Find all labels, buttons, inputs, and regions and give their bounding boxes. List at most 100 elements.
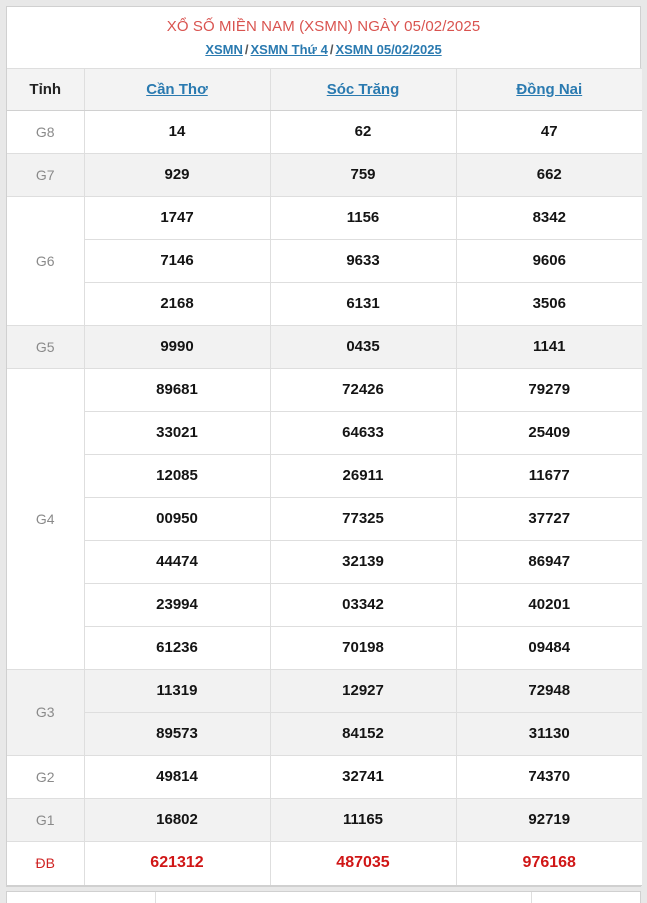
table-row: ĐB 621312 487035 976168 bbox=[7, 840, 642, 886]
prize-number: 03342 bbox=[270, 582, 457, 627]
prize-number: 929 bbox=[84, 152, 271, 197]
prize-number: 77325 bbox=[270, 496, 457, 541]
prize-label-g8: G8 bbox=[7, 109, 85, 154]
prize-number: 74370 bbox=[456, 754, 642, 799]
table-row: G7 929 759 662 bbox=[7, 152, 642, 197]
prize-number: 84152 bbox=[270, 711, 457, 756]
prize-number: 72948 bbox=[456, 668, 642, 713]
prize-number: 25409 bbox=[456, 410, 642, 455]
prize-number: 1141 bbox=[456, 324, 642, 369]
prize-label-g2: G2 bbox=[7, 754, 85, 799]
table-row: 33021 64633 25409 bbox=[7, 410, 642, 455]
next-card-divider bbox=[155, 891, 156, 903]
prize-number: 16802 bbox=[84, 797, 271, 842]
prize-number: 12927 bbox=[270, 668, 457, 713]
table-row: G2 49814 32741 74370 bbox=[7, 754, 642, 799]
column-header-province-3[interactable]: Đồng Nai bbox=[456, 67, 642, 111]
prize-number: 31130 bbox=[456, 711, 642, 756]
prize-number: 00950 bbox=[84, 496, 271, 541]
table-row: G8 14 62 47 bbox=[7, 109, 642, 154]
prize-number: 37727 bbox=[456, 496, 642, 541]
prize-number: 32741 bbox=[270, 754, 457, 799]
table-row: 61236 70198 09484 bbox=[7, 625, 642, 670]
prize-number: 1747 bbox=[84, 195, 271, 240]
prize-number: 11165 bbox=[270, 797, 457, 842]
table-header-row: Tỉnh Cần Thơ Sóc Trăng Đồng Nai bbox=[7, 67, 642, 111]
prize-label-g4: G4 bbox=[7, 367, 85, 670]
prize-number: 12085 bbox=[84, 453, 271, 498]
table-row: 00950 77325 37727 bbox=[7, 496, 642, 541]
lottery-results-table: Tỉnh Cần Thơ Sóc Trăng Đồng Nai G8 14 62 47… bbox=[7, 67, 642, 886]
prize-label-g1: G1 bbox=[7, 797, 85, 842]
page-root: XỔ SỐ MIỀN NAM (XSMN) NGÀY 05/02/2025 XS… bbox=[0, 0, 647, 903]
prize-number: 6131 bbox=[270, 281, 457, 326]
prize-number: 0435 bbox=[270, 324, 457, 369]
page-title: XỔ SỐ MIỀN NAM (XSMN) NGÀY 05/02/2025 bbox=[166, 18, 481, 35]
prize-number: 33021 bbox=[84, 410, 271, 455]
table-row: G6 1747 1156 8342 bbox=[7, 195, 642, 326]
prize-number: 61236 bbox=[84, 625, 271, 670]
table-row: 2168 6131 3506 bbox=[7, 281, 642, 326]
table-row: 23994 03342 40201 bbox=[7, 582, 642, 627]
prize-number: 662 bbox=[456, 152, 642, 197]
lottery-result-card: XỔ SỐ MIỀN NAM (XSMN) NGÀY 05/02/2025 XS… bbox=[6, 6, 642, 887]
prize-number: 9990 bbox=[84, 324, 271, 369]
prize-number: 11319 bbox=[84, 668, 271, 713]
prize-number: 9633 bbox=[270, 238, 457, 283]
province-link-soc-trang[interactable]: Sóc Trăng bbox=[327, 81, 400, 98]
breadcrumb-link-date[interactable]: XSMN 05/02/2025 bbox=[335, 42, 441, 57]
next-card-divider bbox=[531, 891, 532, 903]
prize-number: 8342 bbox=[456, 195, 642, 240]
prize-number: 759 bbox=[270, 152, 457, 197]
prize-number: 1156 bbox=[270, 195, 457, 240]
table-row: G4 89681 72426 79279 bbox=[7, 367, 642, 670]
province-link-dong-nai[interactable]: Đồng Nai bbox=[516, 81, 582, 98]
table-row: 12085 26911 11677 bbox=[7, 453, 642, 498]
prize-number: 11677 bbox=[456, 453, 642, 498]
prize-label-g5: G5 bbox=[7, 324, 85, 369]
breadcrumb-link-weekday[interactable]: XSMN Thứ 4 bbox=[251, 42, 328, 57]
prize-number: 72426 bbox=[270, 367, 457, 412]
prize-number: 49814 bbox=[84, 754, 271, 799]
prize-label-g3: G3 bbox=[7, 668, 85, 756]
prize-number: 92719 bbox=[456, 797, 642, 842]
column-header-province-2[interactable]: Sóc Trăng bbox=[270, 67, 457, 111]
prize-number: 89573 bbox=[84, 711, 271, 756]
prize-number: 47 bbox=[456, 109, 642, 154]
prize-number: 26911 bbox=[270, 453, 457, 498]
table-row: 7146 9633 9606 bbox=[7, 238, 642, 283]
prize-number: 62 bbox=[270, 109, 457, 154]
table-row: 44474 32139 86947 bbox=[7, 539, 642, 584]
prize-number: 32139 bbox=[270, 539, 457, 584]
next-result-card-partial bbox=[6, 890, 641, 903]
prize-number: 2168 bbox=[84, 281, 271, 326]
prize-number: 23994 bbox=[84, 582, 271, 627]
province-link-can-tho[interactable]: Cần Thơ bbox=[146, 81, 208, 98]
table-header: Tỉnh Cần Thơ Sóc Trăng Đồng Nai bbox=[7, 67, 642, 111]
prize-label-đb: ĐB bbox=[7, 840, 85, 886]
prize-number: 14 bbox=[84, 109, 271, 154]
breadcrumb-link-xsmn[interactable]: XSMN bbox=[205, 42, 243, 57]
prize-label-g6: G6 bbox=[7, 195, 85, 326]
column-header-tinh: Tỉnh bbox=[7, 67, 85, 111]
prize-number: 09484 bbox=[456, 625, 642, 670]
prize-number: 70198 bbox=[270, 625, 457, 670]
table-body: G8 14 62 47 G7 929 759 662 G6 1747 1156 8342 7146 963… bbox=[7, 109, 642, 886]
prize-number: 487035 bbox=[270, 840, 457, 886]
prize-number: 64633 bbox=[270, 410, 457, 455]
table-row: G5 9990 0435 1141 bbox=[7, 324, 642, 369]
prize-label-g7: G7 bbox=[7, 152, 85, 197]
prize-number: 40201 bbox=[456, 582, 642, 627]
prize-number: 3506 bbox=[456, 281, 642, 326]
prize-number: 976168 bbox=[456, 840, 642, 886]
breadcrumb-separator: / bbox=[244, 41, 249, 57]
table-row: 89573 84152 31130 bbox=[7, 711, 642, 756]
column-header-province-1[interactable]: Cần Thơ bbox=[84, 67, 271, 111]
prize-number: 79279 bbox=[456, 367, 642, 412]
table-row: G3 11319 12927 72948 bbox=[7, 668, 642, 756]
prize-number: 7146 bbox=[84, 238, 271, 283]
prize-number: 621312 bbox=[84, 840, 271, 886]
prize-number: 86947 bbox=[456, 539, 642, 584]
prize-number: 89681 bbox=[84, 367, 271, 412]
prize-number: 9606 bbox=[456, 238, 642, 283]
